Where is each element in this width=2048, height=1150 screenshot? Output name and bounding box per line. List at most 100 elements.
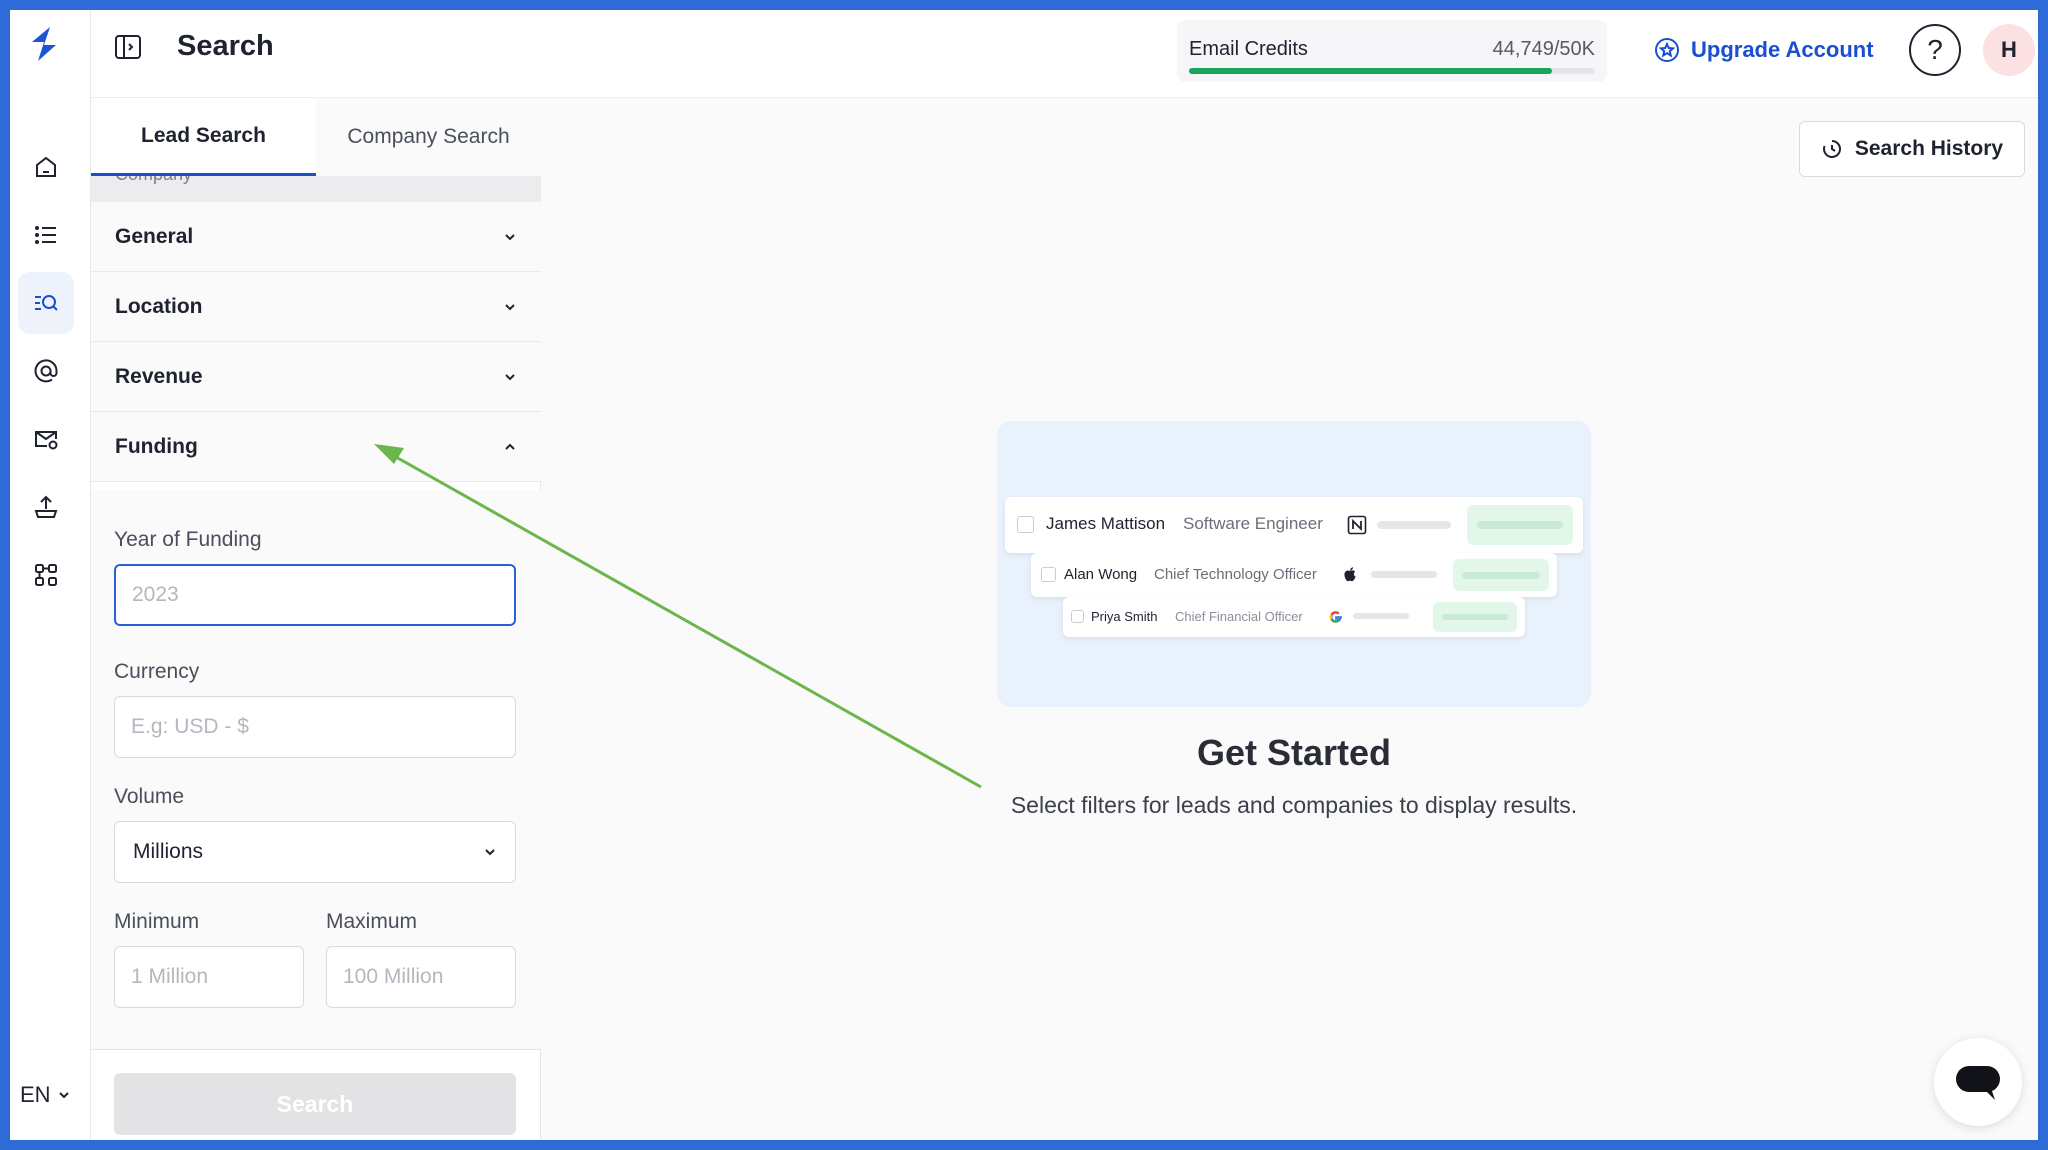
email-credits-meter: Email Credits 44,749/50K	[1177, 20, 1607, 82]
list-icon	[35, 226, 56, 244]
google-icon	[1329, 611, 1342, 623]
avatar-initial: H	[2001, 37, 2017, 62]
rail-search[interactable]	[18, 272, 74, 334]
get-started-subtitle: Select filters for leads and companies t…	[1010, 792, 1578, 818]
accordion-funding[interactable]: Funding	[91, 412, 541, 482]
tab-company-search[interactable]: Company Search	[316, 98, 541, 176]
rail-integrations[interactable]	[18, 544, 74, 606]
year-of-funding-input[interactable]	[114, 564, 516, 626]
credits-progress-track	[1189, 68, 1595, 74]
chevron-down-icon	[58, 1092, 69, 1099]
chevron-down-icon	[485, 849, 495, 856]
currency-input[interactable]	[114, 696, 516, 758]
row-checkbox	[1071, 610, 1084, 623]
integrations-icon	[35, 564, 57, 586]
search-history-label: Search History	[1854, 137, 2004, 160]
badge-star-icon	[1655, 38, 1679, 62]
app-frame: EN Search Email Credits 44,749/50K Upgra…	[10, 10, 2038, 1140]
search-button[interactable]: Search	[114, 1073, 516, 1135]
illustration-row: James Mattison Software Engineer	[1005, 497, 1583, 553]
rail-campaigns[interactable]	[18, 408, 74, 470]
apple-icon	[1344, 567, 1356, 582]
accordion-revenue-label: Revenue	[115, 364, 203, 388]
placeholder-button	[1433, 602, 1517, 632]
empty-state-illustration: James Mattison Software Engineer Alan Wo…	[997, 421, 1591, 707]
chevron-down-icon	[505, 233, 515, 240]
volume-value: Millions	[133, 840, 204, 863]
language-label: EN	[20, 1082, 51, 1107]
tab-lead-search[interactable]: Lead Search	[91, 98, 316, 176]
placeholder-bar	[1371, 571, 1437, 578]
placeholder-bar	[1442, 614, 1508, 620]
accordion-revenue[interactable]: Revenue	[91, 342, 541, 412]
accordion-location[interactable]: Location	[91, 272, 541, 342]
credits-value: 44,749/50K	[1492, 38, 1595, 60]
maximum-label: Maximum	[326, 910, 418, 933]
chat-icon	[1956, 1066, 2000, 1100]
volume-label: Volume	[114, 785, 185, 808]
credits-progress-fill	[1189, 68, 1553, 74]
mail-settings-icon	[35, 431, 58, 450]
lead-title: Chief Financial Officer	[1175, 609, 1303, 624]
accordion-general-label: General	[115, 224, 194, 248]
minimum-input[interactable]	[114, 946, 304, 1008]
minimum-label: Minimum	[114, 910, 200, 933]
upgrade-label: Upgrade Account	[1691, 37, 1874, 62]
accordion-location-label: Location	[115, 294, 203, 318]
rail-lists[interactable]	[18, 204, 74, 266]
accordion-general[interactable]: General	[91, 202, 541, 272]
home-icon	[36, 156, 56, 177]
currency-label: Currency	[114, 660, 200, 683]
search-history-button[interactable]: Search History	[1799, 121, 2025, 177]
lead-name: Priya Smith	[1091, 609, 1158, 624]
placeholder-bar	[1462, 571, 1540, 579]
chevron-down-icon	[505, 303, 515, 310]
notion-icon	[1347, 515, 1367, 535]
illustration-row: Alan Wong Chief Technology Officer	[1031, 553, 1557, 597]
rail-home[interactable]	[18, 136, 74, 198]
scrolled-section-peek: Company	[91, 176, 541, 202]
row-checkbox	[1017, 516, 1034, 533]
filter-panel: Lead Search Company Search Company Gener…	[91, 98, 541, 1140]
get-started-heading: Get Started	[1196, 732, 1392, 773]
lead-title: Chief Technology Officer	[1154, 566, 1317, 583]
placeholder-bar	[1353, 613, 1409, 619]
upload-icon	[34, 495, 58, 518]
credits-label: Email Credits	[1189, 38, 1308, 60]
history-clock-icon	[1822, 140, 1841, 158]
illustration-row: Priya Smith Chief Financial Officer	[1063, 597, 1525, 637]
peek-label: Company	[115, 176, 192, 184]
page-title: Search	[177, 30, 274, 62]
accordion-funding-label: Funding	[115, 434, 198, 458]
rail-upload[interactable]	[18, 476, 74, 538]
placeholder-button	[1467, 505, 1573, 545]
volume-select[interactable]: Millions	[114, 821, 516, 883]
question-mark-icon: ?	[1927, 34, 1943, 65]
year-of-funding-label: Year of Funding	[114, 528, 262, 551]
placeholder-bar	[1377, 521, 1451, 529]
at-sign-icon	[34, 359, 58, 383]
help-button[interactable]: ?	[1909, 24, 1961, 76]
placeholder-button	[1453, 559, 1549, 591]
maximum-input[interactable]	[326, 946, 516, 1008]
sidebar-toggle-icon[interactable]	[113, 32, 143, 62]
lead-name: Alan Wong	[1064, 566, 1138, 583]
chat-widget-button[interactable]	[1934, 1038, 2022, 1126]
lead-title: Software Engineer	[1183, 514, 1323, 533]
panel-divider	[91, 1049, 541, 1050]
funding-section: Year of Funding Currency Volume Millions…	[91, 490, 541, 1050]
left-rail: EN	[10, 10, 91, 1140]
search-tabs: Lead Search Company Search	[91, 98, 541, 176]
placeholder-bar	[1477, 521, 1563, 529]
rail-email[interactable]	[18, 340, 74, 402]
search-list-icon	[35, 295, 58, 311]
upgrade-account-button[interactable]: Upgrade Account	[1653, 30, 1874, 70]
lead-name: James Mattison	[1046, 514, 1166, 533]
avatar[interactable]: H	[1983, 24, 2035, 76]
chevron-down-icon	[505, 373, 515, 380]
logo-icon[interactable]	[24, 24, 64, 64]
chevron-up-icon	[505, 443, 515, 450]
row-checkbox	[1041, 567, 1056, 582]
language-selector[interactable]: EN	[20, 1082, 71, 1108]
top-bar: Search Email Credits 44,749/50K Upgrade …	[91, 10, 2038, 98]
